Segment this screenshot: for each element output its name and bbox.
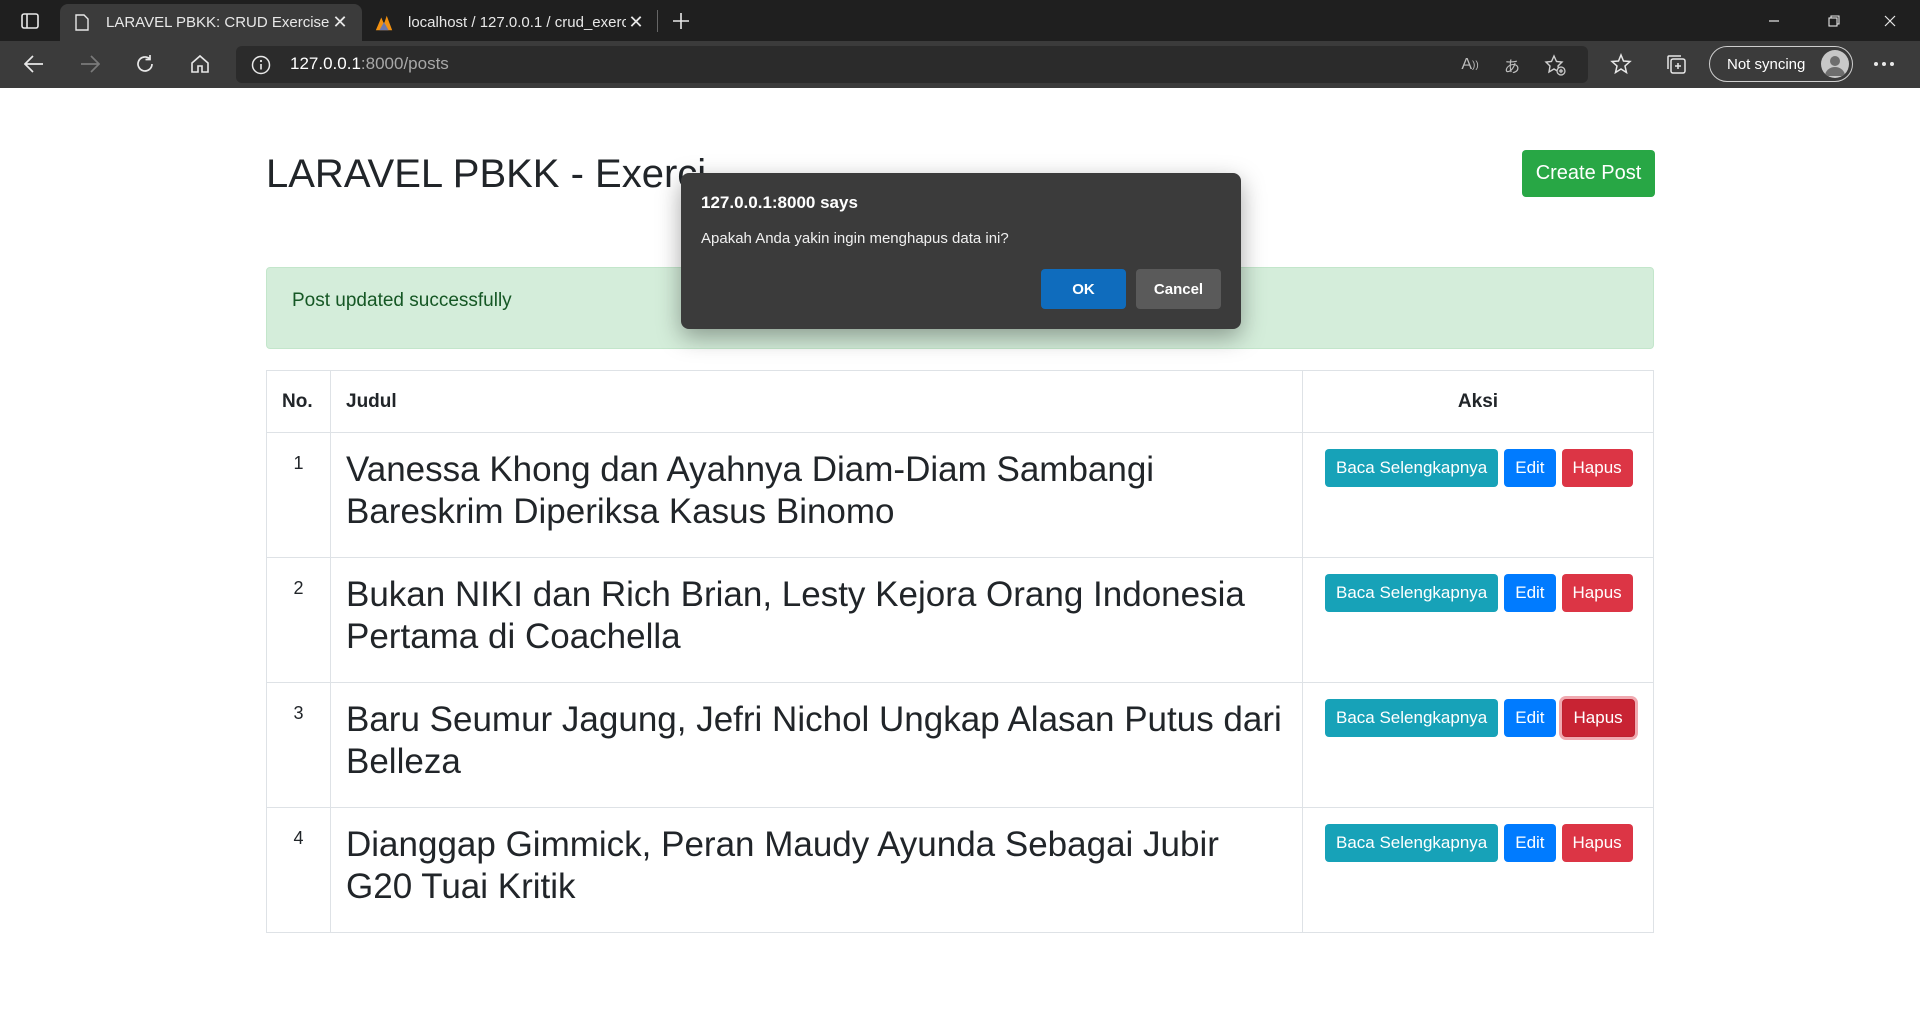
- page-icon: [72, 13, 92, 33]
- post-title: Dianggap Gimmick, Peran Maudy Ayunda Seb…: [330, 807, 1303, 933]
- tab-laravel-crud[interactable]: LARAVEL PBKK: CRUD Exercise ✕: [60, 4, 362, 41]
- row-actions: Baca Selengkapnya Edit Hapus: [1302, 432, 1654, 558]
- row-number: 1: [266, 432, 331, 558]
- restore-button[interactable]: [1804, 0, 1864, 41]
- row-number: 3: [266, 682, 331, 808]
- close-tab-icon[interactable]: ✕: [330, 12, 350, 33]
- phpmyadmin-icon: [374, 13, 394, 33]
- dialog-origin: 127.0.0.1:8000 says: [701, 193, 858, 212]
- add-favorite-icon[interactable]: [1541, 51, 1569, 79]
- tab-separator: [657, 10, 658, 32]
- profile-sync-button[interactable]: Not syncing: [1709, 46, 1853, 82]
- create-post-button[interactable]: Create Post: [1522, 150, 1655, 197]
- edit-button[interactable]: Edit: [1504, 574, 1556, 612]
- arrow-right-icon: [81, 55, 100, 73]
- sync-label: Not syncing: [1727, 55, 1806, 73]
- confirm-dialog: 127.0.0.1:8000 says Apakah Anda yakin in…: [681, 173, 1241, 329]
- home-icon: [191, 54, 209, 73]
- table-row: 1 Vanessa Khong dan Ayahnya Diam-Diam Sa…: [266, 432, 1654, 558]
- dialog-message: Apakah Anda yakin ingin menghapus data i…: [701, 230, 1009, 247]
- tab-actions-button[interactable]: [8, 6, 52, 36]
- info-icon[interactable]: [250, 54, 272, 76]
- row-actions: Baca Selengkapnya Edit Hapus: [1302, 807, 1654, 933]
- tab-actions-icon: [21, 13, 39, 29]
- page-title: LARAVEL PBKK - Exerci: [266, 152, 707, 196]
- post-title: Bukan NIKI dan Rich Brian, Lesty Kejora …: [330, 557, 1303, 683]
- address-bar[interactable]: 127.0.0.1:8000/posts A)) あ: [236, 46, 1588, 83]
- refresh-button[interactable]: [127, 46, 163, 82]
- more-menu-icon[interactable]: [1868, 48, 1900, 80]
- post-title: Vanessa Khong dan Ayahnya Diam-Diam Samb…: [330, 432, 1303, 558]
- edit-button[interactable]: Edit: [1504, 699, 1556, 737]
- browser-toolbar: 127.0.0.1:8000/posts A)) あ Not syncing: [0, 41, 1920, 88]
- column-header-judul: Judul: [330, 370, 1303, 433]
- delete-button[interactable]: Hapus: [1561, 449, 1633, 487]
- row-number: 4: [266, 807, 331, 933]
- url-text[interactable]: 127.0.0.1:8000/posts: [290, 54, 449, 74]
- read-aloud-icon[interactable]: A)): [1456, 51, 1484, 79]
- back-button[interactable]: [16, 46, 52, 82]
- row-actions: Baca Selengkapnya Edit Hapus: [1302, 682, 1654, 808]
- read-more-button[interactable]: Baca Selengkapnya: [1325, 449, 1499, 487]
- table-row: 2 Bukan NIKI dan Rich Brian, Lesty Kejor…: [266, 557, 1654, 683]
- minimize-icon: [1769, 19, 1779, 22]
- table-row: 4 Dianggap Gimmick, Peran Maudy Ayunda S…: [266, 807, 1654, 933]
- page-content: LARAVEL PBKK - Exerci Create Post Post u…: [0, 88, 1920, 1020]
- collections-icon[interactable]: [1660, 48, 1692, 80]
- posts-table: No. Judul Aksi 1 Vanessa Khong dan Ayahn…: [266, 370, 1654, 933]
- dialog-ok-button[interactable]: OK: [1041, 269, 1126, 309]
- favorites-icon[interactable]: [1605, 48, 1637, 80]
- delete-button[interactable]: Hapus: [1561, 824, 1633, 862]
- row-number: 2: [266, 557, 331, 683]
- read-more-button[interactable]: Baca Selengkapnya: [1325, 824, 1499, 862]
- refresh-icon: [137, 55, 153, 72]
- delete-button[interactable]: Hapus: [1561, 574, 1633, 612]
- table-row: 3 Baru Seumur Jagung, Jefri Nichol Ungka…: [266, 682, 1654, 808]
- read-more-button[interactable]: Baca Selengkapnya: [1325, 699, 1499, 737]
- plus-icon: [673, 13, 689, 29]
- column-header-no: No.: [266, 370, 331, 433]
- tab-title: localhost / 127.0.0.1 / crud_exerc: [408, 14, 626, 31]
- edit-button[interactable]: Edit: [1504, 449, 1556, 487]
- url-path: :8000/posts: [360, 54, 449, 73]
- url-host: 127.0.0.1: [290, 54, 361, 73]
- minimize-button[interactable]: [1744, 0, 1804, 41]
- new-tab-button[interactable]: [666, 6, 696, 36]
- translate-icon[interactable]: あ: [1498, 51, 1526, 79]
- avatar: [1821, 50, 1849, 78]
- edit-button[interactable]: Edit: [1504, 824, 1556, 862]
- close-icon: [1884, 15, 1896, 26]
- post-title: Baru Seumur Jagung, Jefri Nichol Ungkap …: [330, 682, 1303, 808]
- row-actions: Baca Selengkapnya Edit Hapus: [1302, 557, 1654, 683]
- close-tab-icon[interactable]: ✕: [626, 12, 646, 33]
- tab-title: LARAVEL PBKK: CRUD Exercise: [106, 14, 330, 31]
- tab-phpmyadmin[interactable]: localhost / 127.0.0.1 / crud_exerc ✕: [362, 4, 658, 41]
- dialog-cancel-button[interactable]: Cancel: [1136, 269, 1221, 309]
- column-header-aksi: Aksi: [1302, 370, 1654, 433]
- forward-button[interactable]: [72, 46, 108, 82]
- home-button[interactable]: [182, 46, 218, 82]
- read-more-button[interactable]: Baca Selengkapnya: [1325, 574, 1499, 612]
- delete-button[interactable]: Hapus: [1561, 699, 1635, 737]
- close-window-button[interactable]: [1860, 0, 1920, 41]
- restore-icon: [1828, 14, 1840, 27]
- tab-bar: LARAVEL PBKK: CRUD Exercise ✕ localhost …: [0, 0, 1920, 41]
- table-header-row: No. Judul Aksi: [266, 370, 1654, 433]
- arrow-left-icon: [24, 55, 43, 73]
